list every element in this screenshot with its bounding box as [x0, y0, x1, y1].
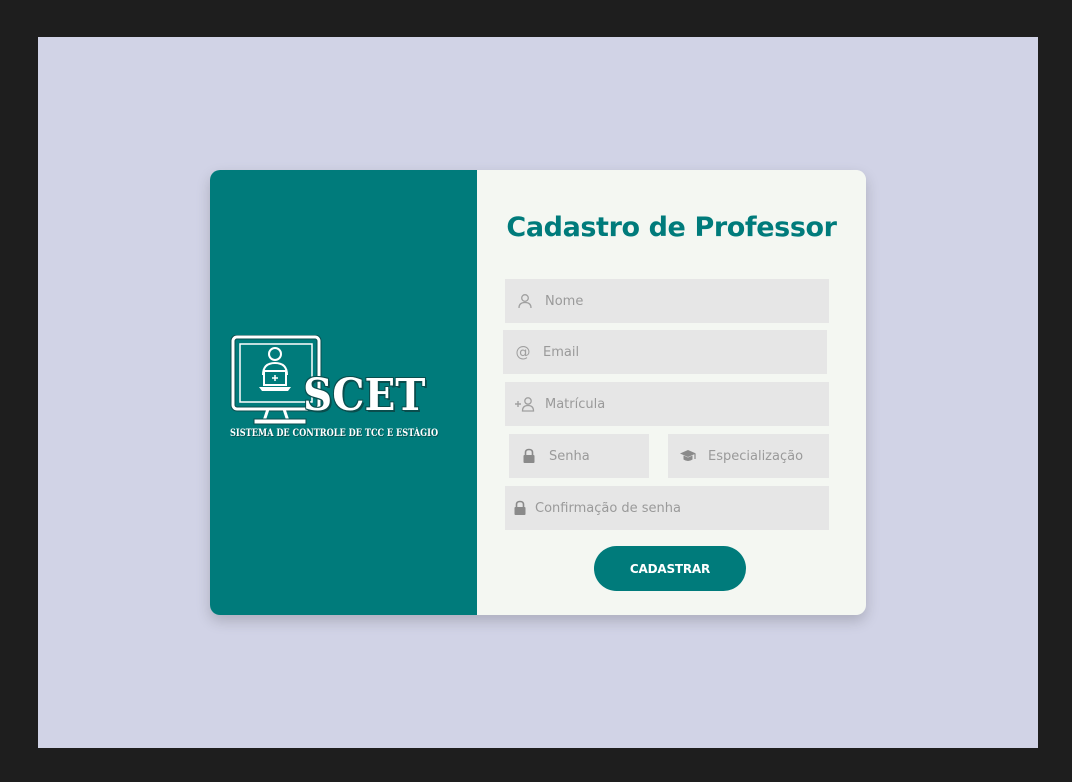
logo-wordmark: SCET	[303, 370, 426, 421]
graduation-cap-icon	[668, 434, 708, 478]
lock-icon	[505, 486, 535, 530]
email-input[interactable]	[543, 330, 827, 374]
name-input[interactable]	[545, 279, 829, 323]
password-input[interactable]	[549, 434, 649, 478]
lock-icon	[509, 434, 549, 478]
password-confirm-field	[505, 486, 829, 530]
register-button[interactable]: CADASTRAR	[594, 546, 746, 591]
logo-subtitle: SISTEMA DE CONTROLE DE TCC E ESTÁGIO	[230, 428, 439, 439]
user-icon	[505, 279, 545, 323]
password-field	[509, 434, 649, 478]
name-field	[505, 279, 829, 323]
registration-input[interactable]	[545, 382, 829, 426]
page-background: SCET SISTEMA DE CONTROLE DE TCC E ESTÁGI…	[38, 37, 1038, 748]
scet-logo: SCET SISTEMA DE CONTROLE DE TCC E ESTÁGI…	[230, 335, 460, 445]
specialization-field	[668, 434, 829, 478]
register-card: SCET SISTEMA DE CONTROLE DE TCC E ESTÁGI…	[210, 170, 866, 615]
at-icon: @	[515, 343, 531, 361]
registration-field	[505, 382, 829, 426]
specialization-input[interactable]	[708, 434, 829, 478]
password-confirm-input[interactable]	[535, 486, 829, 530]
add-user-icon	[505, 382, 545, 426]
brand-panel: SCET SISTEMA DE CONTROLE DE TCC E ESTÁGI…	[210, 170, 477, 615]
form-panel: Cadastro de Professor @	[477, 170, 866, 611]
page-title: Cadastro de Professor	[506, 212, 837, 243]
email-field: @	[503, 330, 827, 374]
